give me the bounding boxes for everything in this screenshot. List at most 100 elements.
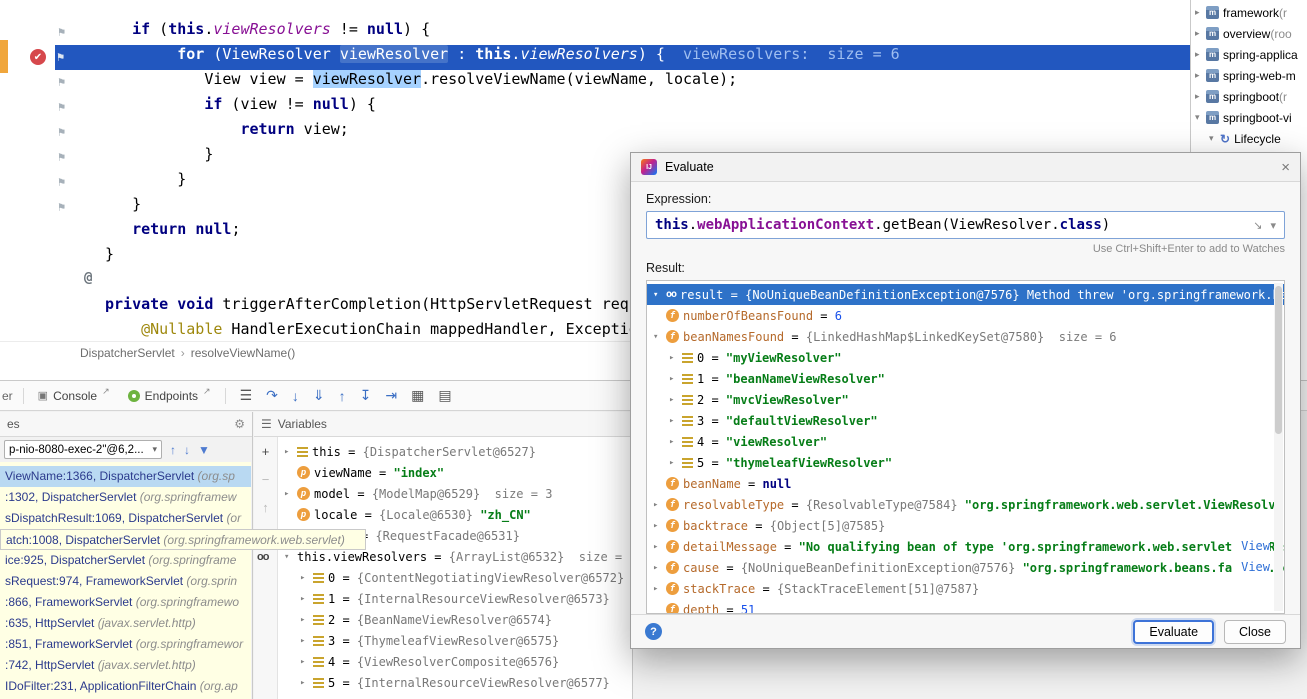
result-row[interactable]: ▸fcause = {NoUniqueBeanDefinitionExcepti… <box>647 557 1284 578</box>
step-over-icon[interactable]: ↷ <box>266 387 278 404</box>
expand-chevron-icon[interactable]: ▸ <box>300 636 313 646</box>
scrollbar[interactable] <box>1274 283 1283 611</box>
project-item[interactable]: ▸moverview (roo <box>1191 23 1307 44</box>
result-row[interactable]: fbeanName = null <box>647 473 1284 494</box>
layout-settings-icon[interactable]: ▤ <box>438 387 451 404</box>
frame-row[interactable]: sRequest:974, FrameworkServlet (org.spri… <box>0 571 251 592</box>
bookmark-icon[interactable]: ⚑ <box>58 145 65 170</box>
variable-row[interactable]: ▸3 = {ThymeleafViewResolver@6575} <box>278 630 632 651</box>
execution-line[interactable]: ⚑ for (ViewResolver viewResolver : this.… <box>55 45 1190 70</box>
frame-row[interactable]: ice:925, DispatcherServlet (org.springfr… <box>0 550 251 571</box>
expand-chevron-icon[interactable]: ▸ <box>1195 49 1206 60</box>
console-tab[interactable]: ▣ Console ↗ <box>34 389 114 403</box>
variables-header[interactable]: ☰ Variables <box>254 412 632 437</box>
frame-row[interactable]: :635, HttpServlet (javax.servlet.http) <box>0 613 251 634</box>
variable-row[interactable]: ▸this = {DispatcherServlet@6527} <box>278 441 632 462</box>
frame-up-icon[interactable]: ↑ <box>170 443 176 457</box>
frame-row[interactable]: sDispatchResult:1069, DispatcherServlet … <box>0 508 251 529</box>
code-line[interactable]: ⚑ return view; <box>0 120 1190 145</box>
close-button[interactable]: Close <box>1224 620 1286 644</box>
variable-row[interactable]: ▸0 = {ContentNegotiatingViewResolver@657… <box>278 567 632 588</box>
expand-chevron-icon[interactable]: ▸ <box>653 500 666 510</box>
dialog-titlebar[interactable]: IJ Evaluate × <box>631 153 1300 182</box>
expand-chevron-icon[interactable]: ▸ <box>669 416 682 426</box>
result-row[interactable]: ▸0 = "myViewResolver" <box>647 347 1284 368</box>
debugger-tab-cut[interactable]: er <box>2 389 13 403</box>
expand-chevron-icon[interactable]: ▸ <box>300 615 313 625</box>
chevron-down-icon[interactable]: ▾ <box>1270 219 1276 232</box>
result-row[interactable]: ▸4 = "viewResolver" <box>647 431 1284 452</box>
close-icon[interactable]: × <box>1281 160 1290 175</box>
breadcrumb-item[interactable]: DispatcherServlet <box>80 346 175 360</box>
expand-chevron-icon[interactable]: ▸ <box>300 657 313 667</box>
frames-header[interactable]: es ⚙ <box>0 412 252 437</box>
frame-row[interactable]: :851, FrameworkServlet (org.springframew… <box>0 634 251 655</box>
result-row[interactable]: ▸3 = "defaultViewResolver" <box>647 410 1284 431</box>
help-icon[interactable]: ? <box>645 623 662 640</box>
expand-chevron-icon[interactable]: ▾ <box>284 552 297 562</box>
expand-chevron-icon[interactable]: ▾ <box>653 290 666 300</box>
result-row[interactable]: fnumberOfBeansFound = 6 <box>647 305 1284 326</box>
project-item[interactable]: ▸mspringboot (r <box>1191 86 1307 107</box>
result-row[interactable]: ▸2 = "mvcViewResolver" <box>647 389 1284 410</box>
expression-input[interactable]: this.webApplicationContext.getBean(ViewR… <box>655 217 1110 233</box>
result-row[interactable]: ▸5 = "thymeleafViewResolver" <box>647 452 1284 473</box>
result-row[interactable]: ▸fbacktrace = {Object[5]@7585} <box>647 515 1284 536</box>
add-watch-icon[interactable]: + <box>262 445 270 459</box>
project-item[interactable]: ▸mspring-applica <box>1191 44 1307 65</box>
code-line[interactable]: ⚑ if (this.viewResolvers != null) { <box>0 20 1190 45</box>
expand-chevron-icon[interactable]: ▸ <box>300 573 313 583</box>
endpoints-tab[interactable]: Endpoints ↗ <box>124 389 215 403</box>
variable-row[interactable]: pviewName = "index" <box>278 462 632 483</box>
expand-chevron-icon[interactable]: ▸ <box>653 521 666 531</box>
thread-selector[interactable]: p-nio-8080-exec-2"@6,2... ▾ <box>4 440 162 459</box>
variable-row[interactable]: ▸1 = {InternalResourceViewResolver@6573} <box>278 588 632 609</box>
expand-chevron-icon[interactable]: ▸ <box>1195 28 1206 39</box>
move-watch-up-icon[interactable]: ↑ <box>262 501 269 515</box>
expand-chevron-icon[interactable]: ▸ <box>1195 7 1206 18</box>
result-row[interactable]: ▸1 = "beanNameViewResolver" <box>647 368 1284 389</box>
bookmark-icon[interactable]: ⚑ <box>58 70 65 95</box>
expand-chevron-icon[interactable]: ▸ <box>653 542 666 552</box>
expand-chevron-icon[interactable]: ▸ <box>653 584 666 594</box>
variable-row[interactable]: plocale = {Locale@6530} "zh_CN" <box>278 504 632 525</box>
panel-options-icon[interactable]: ⚙ <box>234 417 245 431</box>
expand-chevron-icon[interactable]: ▸ <box>284 489 297 499</box>
expand-chevron-icon[interactable]: ▸ <box>284 447 297 457</box>
result-row[interactable]: ▾ooresult = {NoUniqueBeanDefinitionExcep… <box>647 284 1284 305</box>
view-link[interactable]: View <box>1233 557 1270 578</box>
breakpoint-hit-icon[interactable]: ✔ <box>30 49 46 65</box>
expand-chevron-icon[interactable]: ▸ <box>300 678 313 688</box>
coverage-grid-icon[interactable]: ▦ <box>411 387 424 404</box>
bookmark-icon[interactable]: ⚑ <box>57 45 64 70</box>
frame-down-icon[interactable]: ↓ <box>184 443 190 457</box>
expand-chevron-icon[interactable]: ▸ <box>1195 70 1206 81</box>
bookmark-icon[interactable]: ⚑ <box>58 20 65 45</box>
evaluate-button[interactable]: Evaluate <box>1133 620 1214 644</box>
project-item[interactable]: ▾mspringboot-vi <box>1191 107 1307 128</box>
frame-row-tooltip[interactable]: atch:1008, DispatcherServlet (org.spring… <box>0 529 366 550</box>
variable-row[interactable]: ▸2 = {BeanNameViewResolver@6574} <box>278 609 632 630</box>
variables-menu-icon[interactable]: ☰ <box>261 417 272 431</box>
expand-chevron-icon[interactable]: ▾ <box>1209 133 1220 144</box>
project-item[interactable]: ▸mframework (r <box>1191 2 1307 23</box>
frame-row[interactable]: :742, HttpServlet (javax.servlet.http) <box>0 655 251 676</box>
code-line[interactable]: ⚑ if (view != null) { <box>0 95 1190 120</box>
variable-row[interactable]: ▸4 = {ViewResolverComposite@6576} <box>278 651 632 672</box>
layout-menu-icon[interactable]: ☰ <box>240 387 253 404</box>
expand-chevron-icon[interactable]: ▾ <box>653 332 666 342</box>
expand-chevron-icon[interactable]: ▸ <box>669 374 682 384</box>
expand-chevron-icon[interactable]: ▸ <box>669 353 682 363</box>
step-into-icon[interactable]: ↓ <box>292 388 299 404</box>
view-link[interactable]: View <box>1233 536 1270 557</box>
bookmark-icon[interactable]: ⚑ <box>58 95 65 120</box>
force-step-into-icon[interactable]: ⇓ <box>313 387 325 404</box>
frame-row[interactable]: :866, FrameworkServlet (org.springframew… <box>0 592 251 613</box>
evaluate-expression-icon[interactable]: ⇥ <box>385 387 397 404</box>
bookmark-icon[interactable]: ⚑ <box>58 120 65 145</box>
project-item[interactable]: ▸mspring-web-m <box>1191 65 1307 86</box>
result-row[interactable]: ▸fresolvableType = {ResolvableType@7584}… <box>647 494 1284 515</box>
result-row[interactable]: ▾fbeanNamesFound = {LinkedHashMap$Linked… <box>647 326 1284 347</box>
frame-row[interactable]: ViewName:1366, DispatcherServlet (org.sp <box>0 466 251 487</box>
frame-row[interactable]: :1302, DispatcherServlet (org.springfram… <box>0 487 251 508</box>
